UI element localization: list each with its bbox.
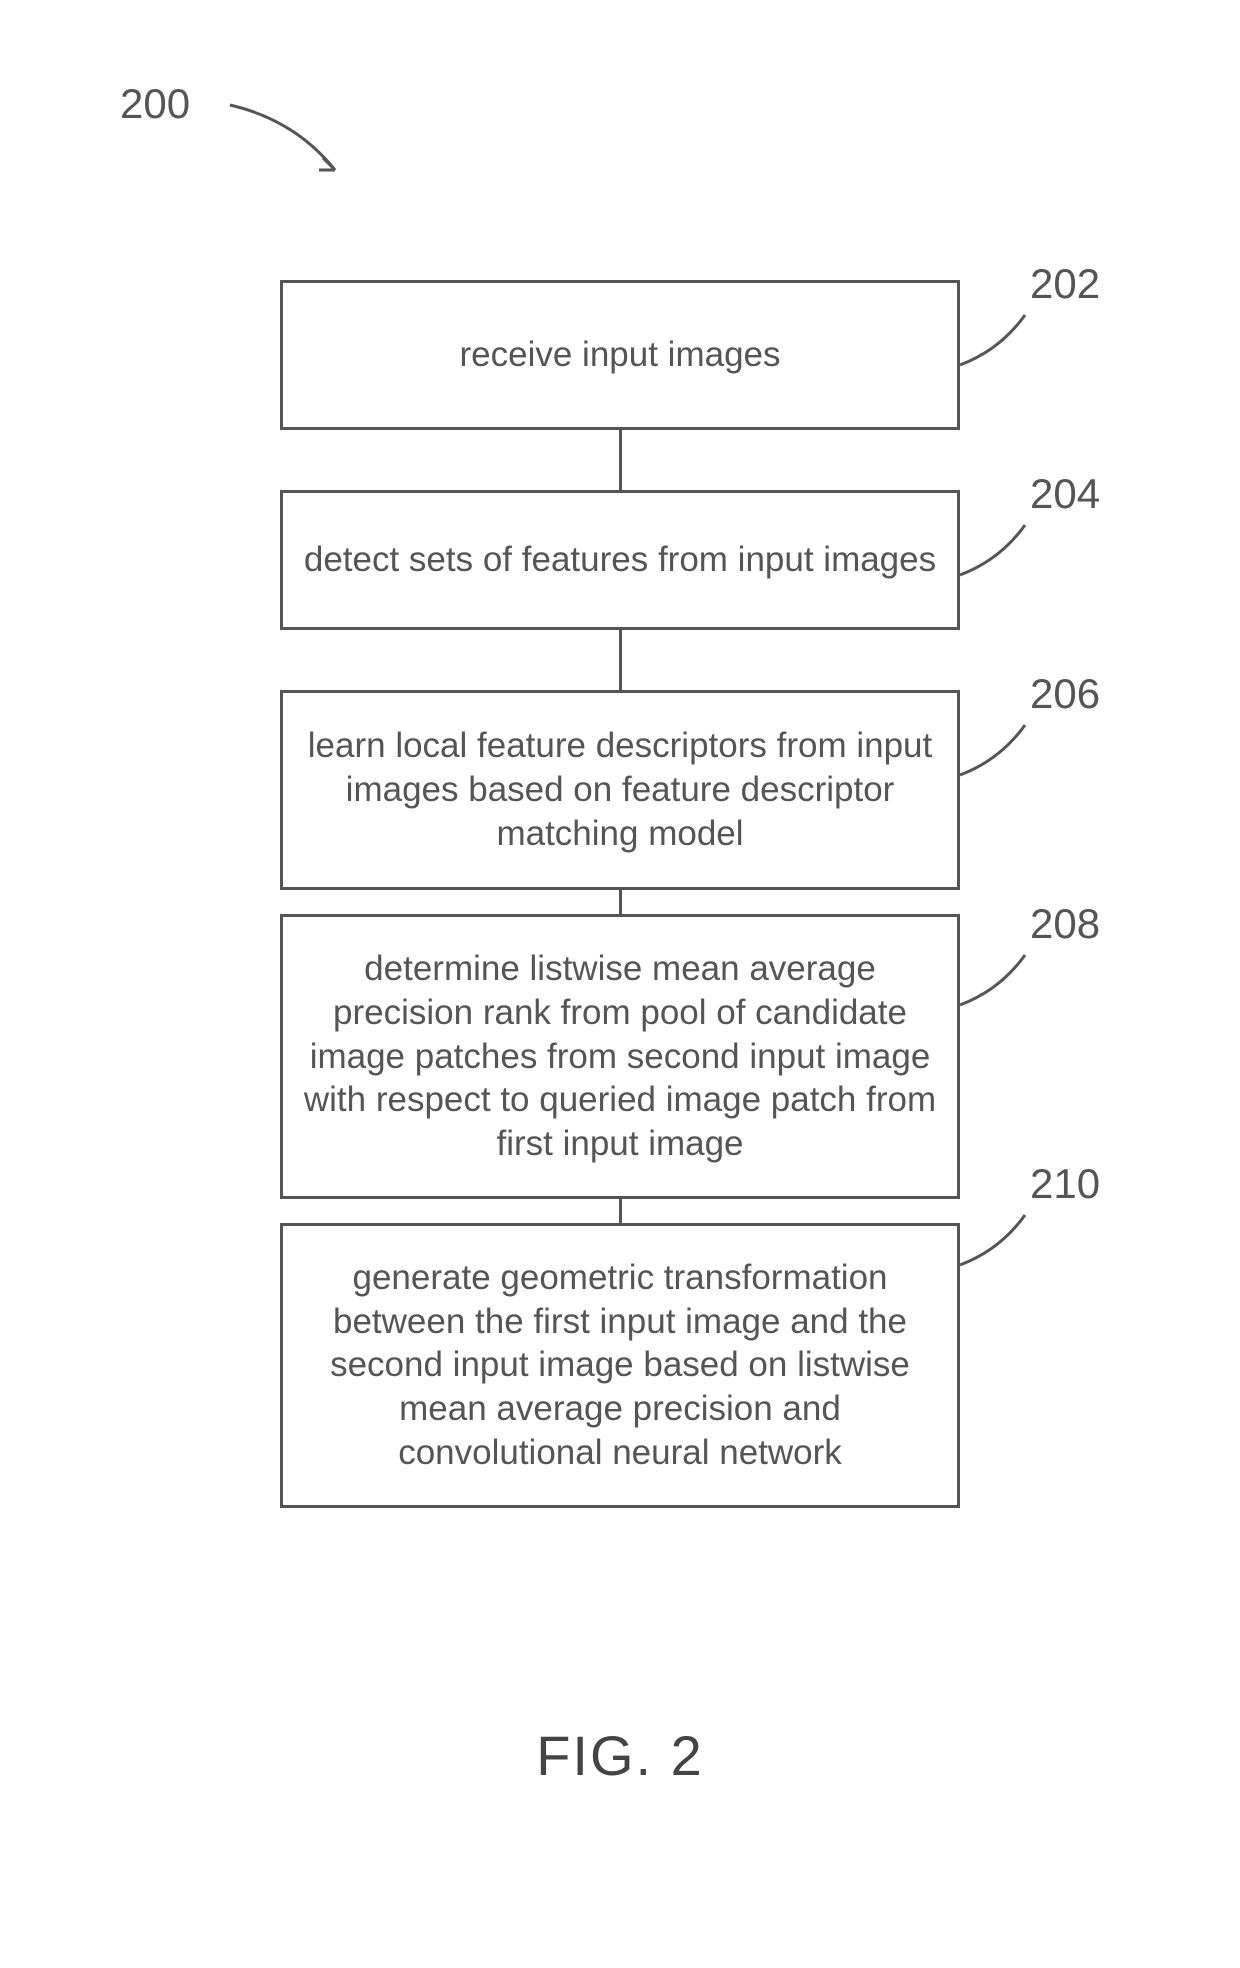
leader-line-icon bbox=[960, 310, 1050, 370]
connector bbox=[619, 890, 622, 914]
figure-caption: FIG. 2 bbox=[536, 1723, 704, 1788]
leader-line-icon bbox=[960, 520, 1050, 580]
ref-208: 208 bbox=[1030, 900, 1100, 948]
ref-206: 206 bbox=[1030, 670, 1100, 718]
connector bbox=[619, 630, 622, 690]
step-box-1: receive input images bbox=[280, 280, 960, 430]
ref-210: 210 bbox=[1030, 1160, 1100, 1208]
step-box-2: detect sets of features from input image… bbox=[280, 490, 960, 630]
ref-202: 202 bbox=[1030, 260, 1100, 308]
figure-number: 200 bbox=[120, 80, 190, 128]
swoop-arrow-icon bbox=[225, 100, 365, 190]
flowchart: receive input images detect sets of feat… bbox=[280, 280, 960, 1508]
ref-204: 204 bbox=[1030, 470, 1100, 518]
step-box-5: generate geometric transformation betwee… bbox=[280, 1223, 960, 1508]
leader-line-icon bbox=[960, 720, 1050, 780]
step-box-4: determine listwise mean average precisio… bbox=[280, 914, 960, 1199]
connector bbox=[619, 1199, 622, 1223]
leader-line-icon bbox=[960, 950, 1050, 1010]
connector bbox=[619, 430, 622, 490]
step-box-3: learn local feature descriptors from inp… bbox=[280, 690, 960, 890]
leader-line-icon bbox=[960, 1210, 1050, 1270]
